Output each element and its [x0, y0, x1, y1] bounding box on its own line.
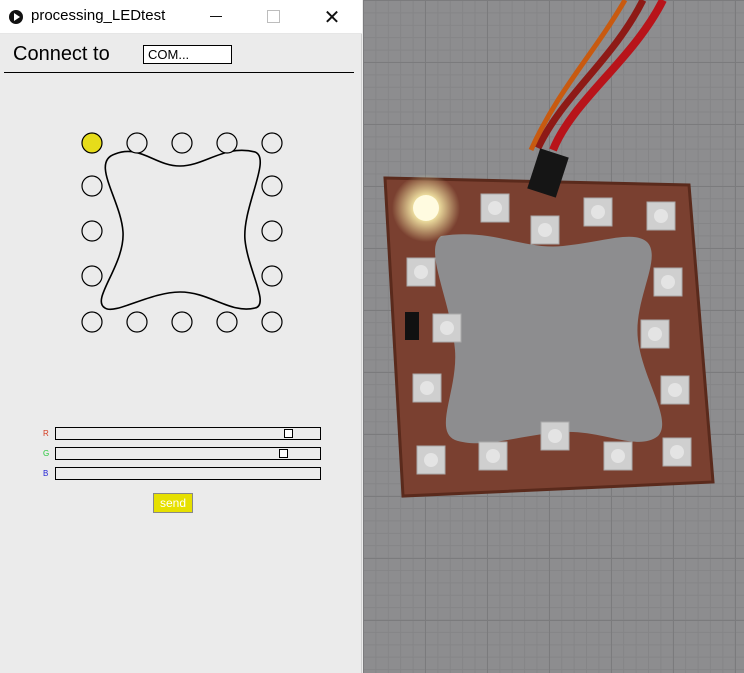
- processing-app-icon: [9, 10, 23, 24]
- photo-led-lens: [414, 265, 428, 279]
- maximize-button[interactable]: [250, 0, 296, 33]
- led-toggle[interactable]: [216, 311, 238, 333]
- side-connector: [405, 312, 419, 340]
- minimize-icon: [210, 16, 222, 17]
- connect-label: Connect to: [13, 43, 110, 65]
- slider-track-b[interactable]: [55, 467, 321, 480]
- photo-led-lens: [670, 445, 684, 459]
- led-toggle[interactable]: [81, 311, 103, 333]
- photo-led-lens: [611, 449, 625, 463]
- photo-led-lens: [661, 275, 675, 289]
- send-button[interactable]: send: [153, 493, 193, 513]
- photo-led-lens: [440, 321, 454, 335]
- led-toggle[interactable]: [126, 311, 148, 333]
- slider-track-g[interactable]: [55, 447, 321, 460]
- led-toggle[interactable]: [261, 311, 283, 333]
- close-button[interactable]: ✕: [309, 0, 355, 33]
- slider-letter-r: R: [43, 429, 49, 438]
- window-title: processing_LEDtest: [31, 7, 166, 24]
- led-ring-diagram: [81, 132, 283, 333]
- led-toggle[interactable]: [261, 175, 283, 197]
- com-port-field[interactable]: COM...: [143, 45, 232, 64]
- led-toggle[interactable]: [81, 265, 103, 287]
- photo-led-lens: [648, 327, 662, 341]
- slider-track-r[interactable]: [55, 427, 321, 440]
- led-toggle[interactable]: [171, 132, 193, 154]
- slider-letter-g: G: [43, 449, 50, 458]
- led-toggle[interactable]: [261, 220, 283, 242]
- lit-led: [413, 195, 439, 221]
- led-toggle[interactable]: [81, 220, 103, 242]
- pcb-cutout: [435, 234, 663, 444]
- led-toggle[interactable]: [216, 132, 238, 154]
- led-toggle[interactable]: [171, 311, 193, 333]
- board-outline: [100, 149, 261, 311]
- slider-knob-g[interactable]: [279, 449, 288, 458]
- slider-knob-r[interactable]: [284, 429, 293, 438]
- maximize-icon: [266, 10, 280, 23]
- divider: [4, 72, 354, 73]
- photo-led-lens: [486, 449, 500, 463]
- led-board-photo: [363, 0, 744, 673]
- photo-led-lens: [668, 383, 682, 397]
- photo-led-lens: [424, 453, 438, 467]
- photo-led-lens: [548, 429, 562, 443]
- photo-led-lens: [420, 381, 434, 395]
- app-window: processing_LEDtest ✕ Connect to COM... R…: [0, 0, 362, 673]
- close-icon: ✕: [323, 4, 341, 29]
- photo-led-lens: [591, 205, 605, 219]
- led-toggle[interactable]: [126, 132, 148, 154]
- red-wire: [549, 0, 667, 152]
- dark-red-wire: [534, 0, 647, 150]
- slider-letter-b: B: [43, 469, 49, 478]
- led-toggle-active[interactable]: [81, 132, 103, 154]
- led-toggle[interactable]: [261, 265, 283, 287]
- photo-led-lens: [488, 201, 502, 215]
- minimize-button[interactable]: [193, 0, 239, 33]
- photo-led-lens: [538, 223, 552, 237]
- title-bar: processing_LEDtest ✕: [0, 0, 362, 34]
- photo-illustration: [383, 0, 715, 498]
- led-toggle[interactable]: [81, 175, 103, 197]
- photo-led-lens: [654, 209, 668, 223]
- led-toggle[interactable]: [261, 132, 283, 154]
